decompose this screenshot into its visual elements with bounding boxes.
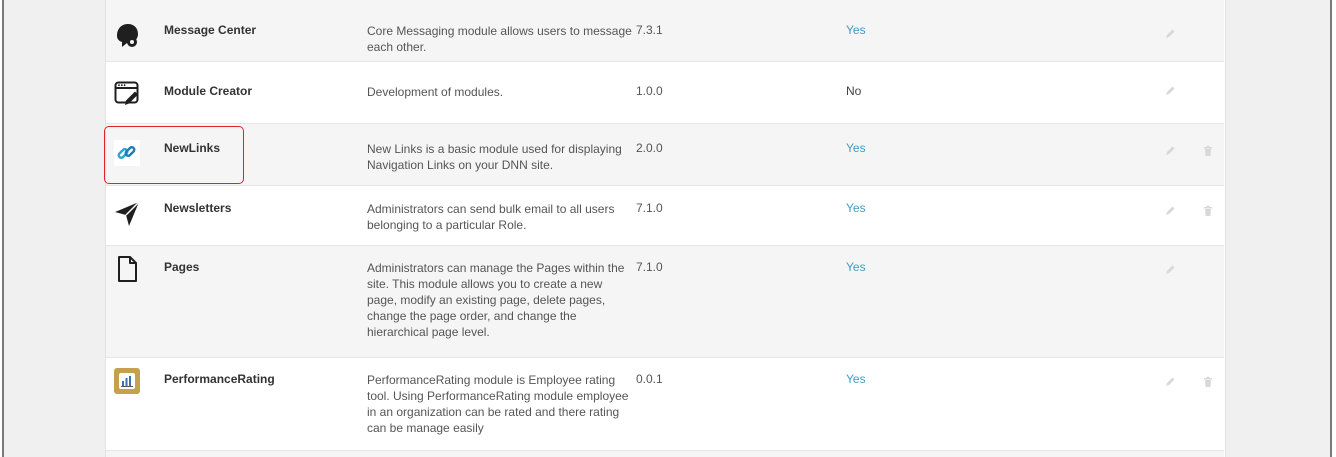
table-row: NewLinks New Links is a basic module use…: [106, 124, 1224, 186]
module-flag: No: [846, 84, 862, 98]
module-name[interactable]: Newsletters: [164, 201, 231, 215]
module-version: 2.0.0: [636, 141, 663, 155]
module-description: Administrators can manage the Pages with…: [367, 261, 625, 339]
pencil-icon[interactable]: [1164, 205, 1176, 217]
module-name[interactable]: Module Creator: [164, 84, 252, 98]
highlight-annotation: [104, 126, 244, 184]
pencil-icon[interactable]: [1164, 145, 1176, 157]
module-description: PerformanceRating module is Employee rat…: [367, 373, 629, 435]
performance-rating-icon: [112, 366, 142, 396]
table-row: Module Creator Development of modules. 1…: [106, 62, 1224, 124]
module-creator-icon: [112, 78, 142, 108]
window-border-right: [1330, 0, 1332, 457]
table-row: [106, 451, 1224, 457]
extensions-table: Message Center Core Messaging module all…: [106, 0, 1224, 457]
module-name[interactable]: Pages: [164, 260, 199, 274]
table-row: Newsletters Administrators can send bulk…: [106, 186, 1224, 246]
paper-plane-icon: [112, 198, 142, 228]
module-version: 1.0.0: [636, 84, 663, 98]
module-name[interactable]: Message Center: [164, 23, 256, 37]
pencil-icon[interactable]: [1164, 264, 1176, 276]
module-flag: Yes: [846, 141, 866, 155]
module-flag: Yes: [846, 201, 866, 215]
table-row: PerformanceRating PerformanceRating modu…: [106, 358, 1224, 451]
module-version: 7.1.0: [636, 201, 663, 215]
module-flag: Yes: [846, 372, 866, 386]
module-version: 7.1.0: [636, 260, 663, 274]
pencil-icon[interactable]: [1164, 85, 1176, 97]
module-description: Development of modules.: [367, 85, 504, 99]
table-row: Message Center Core Messaging module all…: [106, 0, 1224, 62]
module-description: Core Messaging module allows users to me…: [367, 24, 632, 54]
trash-icon[interactable]: [1202, 145, 1214, 157]
trash-icon[interactable]: [1202, 376, 1214, 388]
right-gutter: [1225, 0, 1331, 457]
pencil-icon[interactable]: [1164, 28, 1176, 40]
pencil-icon[interactable]: [1164, 376, 1176, 388]
message-center-icon: [112, 20, 142, 50]
module-name[interactable]: PerformanceRating: [164, 372, 275, 386]
module-version: 0.0.1: [636, 372, 663, 386]
module-flag: Yes: [846, 260, 866, 274]
module-flag: Yes: [846, 23, 866, 37]
module-version: 7.3.1: [636, 23, 663, 37]
table-row: Pages Administrators can manage the Page…: [106, 246, 1224, 358]
page-icon: [112, 254, 142, 284]
module-description: Administrators can send bulk email to al…: [367, 202, 615, 232]
trash-icon[interactable]: [1202, 205, 1214, 217]
module-description: New Links is a basic module used for dis…: [367, 142, 622, 172]
left-gutter: [4, 0, 106, 457]
